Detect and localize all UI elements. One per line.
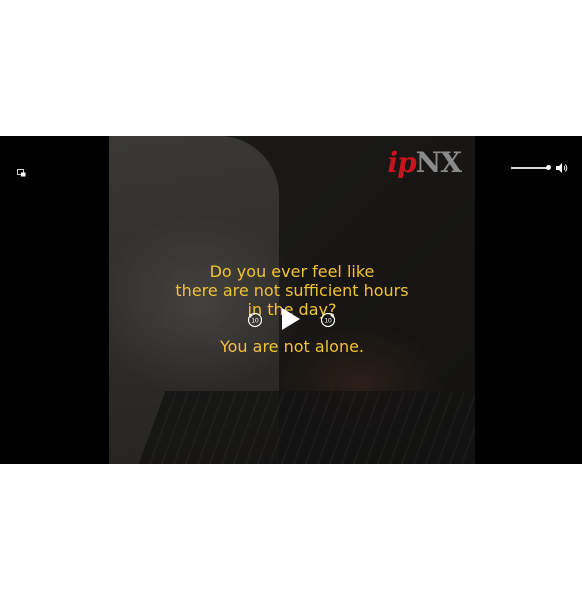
forward-10-button[interactable]: 10	[320, 312, 336, 328]
svg-text:10: 10	[251, 318, 259, 325]
picture-in-picture-button[interactable]	[17, 164, 26, 177]
play-button[interactable]	[282, 308, 300, 330]
pip-icon	[17, 169, 26, 177]
caption-line: there are not sufficient hours	[175, 281, 409, 300]
volume-slider[interactable]	[511, 165, 551, 170]
rewind-10-button[interactable]: 10	[247, 312, 263, 328]
logo-nx: NX	[415, 146, 462, 179]
video-frame[interactable]: ipNX Do you ever feel like there are not…	[109, 136, 475, 464]
forward-10-icon: 10	[320, 312, 336, 328]
caption-line: Do you ever feel like	[209, 262, 375, 281]
volume-icon[interactable]	[556, 163, 568, 173]
rewind-10-icon: 10	[247, 312, 263, 328]
caption-line: You are not alone.	[219, 337, 365, 356]
volume-slider-thumb[interactable]	[546, 165, 551, 170]
svg-text:10: 10	[324, 318, 332, 325]
logo-ip: ip	[387, 146, 416, 179]
video-player[interactable]: ipNX Do you ever feel like there are not…	[0, 136, 582, 464]
ipnx-logo: ipNX	[387, 146, 462, 179]
volume-control[interactable]	[511, 163, 568, 173]
